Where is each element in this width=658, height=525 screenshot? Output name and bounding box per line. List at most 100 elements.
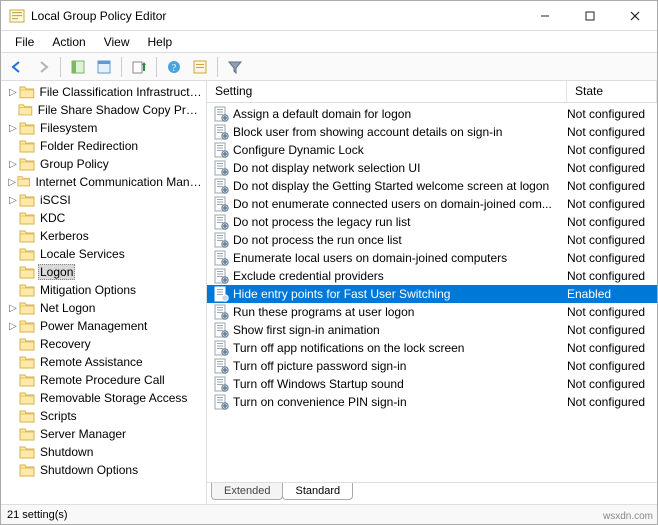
list-row[interactable]: Hide entry points for Fast User Switchin…: [207, 285, 657, 303]
policy-setting-icon: [213, 250, 229, 266]
expander-icon[interactable]: ▷: [7, 195, 19, 206]
state-label: Not configured: [567, 359, 657, 373]
menu-file[interactable]: File: [7, 33, 42, 51]
tree-item[interactable]: ▷Net Logon: [1, 299, 206, 317]
folder-icon: [19, 193, 35, 207]
list-row[interactable]: Assign a default domain for logonNot con…: [207, 105, 657, 123]
show-hide-console-tree-button[interactable]: [92, 55, 116, 79]
expander-icon[interactable]: ▷: [7, 303, 19, 314]
setting-label: Hide entry points for Fast User Switchin…: [233, 287, 567, 301]
list-row[interactable]: Enumerate local users on domain-joined c…: [207, 249, 657, 267]
tree-item[interactable]: ▷Folder Redirection: [1, 137, 206, 155]
app-icon: [9, 8, 25, 24]
menu-view[interactable]: View: [96, 33, 138, 51]
list-body[interactable]: Assign a default domain for logonNot con…: [207, 103, 657, 482]
column-setting[interactable]: Setting: [207, 81, 567, 102]
maximize-button[interactable]: [567, 1, 612, 30]
tab-standard[interactable]: Standard: [282, 483, 353, 500]
tree-item[interactable]: ▷KDC: [1, 209, 206, 227]
tree-item[interactable]: ▷File Share Shadow Copy Provider: [1, 101, 206, 119]
policy-setting-icon: [213, 286, 229, 302]
toolbar-separator: [156, 57, 157, 77]
list-row[interactable]: Run these programs at user logonNot conf…: [207, 303, 657, 321]
properties-button[interactable]: [188, 55, 212, 79]
list-row[interactable]: Turn on convenience PIN sign-inNot confi…: [207, 393, 657, 411]
tree-scroll[interactable]: ▷File Classification Infrastructure▷File…: [1, 81, 206, 504]
tree-item[interactable]: ▷Shutdown Options: [1, 461, 206, 479]
tab-extended[interactable]: Extended: [211, 483, 283, 500]
tree-item[interactable]: ▷Kerberos: [1, 227, 206, 245]
tree-item[interactable]: ▷iSCSI: [1, 191, 206, 209]
tree-item[interactable]: ▷Server Manager: [1, 425, 206, 443]
setting-label: Turn off picture password sign-in: [233, 359, 567, 373]
list-row[interactable]: Do not process the legacy run listNot co…: [207, 213, 657, 231]
policy-setting-icon: [213, 106, 229, 122]
policy-setting-icon: [213, 142, 229, 158]
policy-setting-icon: [213, 178, 229, 194]
list-row[interactable]: Exclude credential providersNot configur…: [207, 267, 657, 285]
menu-action[interactable]: Action: [44, 33, 93, 51]
expander-icon[interactable]: ▷: [7, 87, 19, 98]
state-label: Not configured: [567, 179, 657, 193]
tree-item[interactable]: ▷Removable Storage Access: [1, 389, 206, 407]
setting-label: Turn on convenience PIN sign-in: [233, 395, 567, 409]
filter-button[interactable]: [223, 55, 247, 79]
tree-item[interactable]: ▷Mitigation Options: [1, 281, 206, 299]
tree-item[interactable]: ▷Remote Procedure Call: [1, 371, 206, 389]
tree-item[interactable]: ▷Locale Services: [1, 245, 206, 263]
forward-button[interactable]: [31, 55, 55, 79]
tree-item-label: Server Manager: [38, 427, 128, 441]
tree-pane: ▷File Classification Infrastructure▷File…: [1, 81, 207, 504]
export-list-button[interactable]: [127, 55, 151, 79]
expander-icon[interactable]: ▷: [7, 177, 17, 188]
tree-item[interactable]: ▷Scripts: [1, 407, 206, 425]
setting-label: Enumerate local users on domain-joined c…: [233, 251, 567, 265]
expander-icon[interactable]: ▷: [7, 159, 19, 170]
expander-icon[interactable]: ▷: [7, 321, 19, 332]
list-row[interactable]: Turn off picture password sign-inNot con…: [207, 357, 657, 375]
tree-item-label: Remote Assistance: [38, 355, 145, 369]
tree-item[interactable]: ▷ Internet Communication Management: [1, 173, 206, 191]
help-button[interactable]: ?: [162, 55, 186, 79]
tree-item-label: Kerberos: [38, 229, 91, 243]
back-button[interactable]: [5, 55, 29, 79]
tree-item-label: Recovery: [38, 337, 93, 351]
close-button[interactable]: [612, 1, 657, 30]
tree-item-label: Scripts: [38, 409, 79, 423]
policy-setting-icon: [213, 232, 229, 248]
show-hide-action-pane-button[interactable]: [66, 55, 90, 79]
statusbar: 21 setting(s) wsxdn.com: [1, 504, 657, 524]
tree-item[interactable]: ▷ Power Management: [1, 317, 206, 335]
minimize-button[interactable]: [522, 1, 567, 30]
list-row[interactable]: Do not display the Getting Started welco…: [207, 177, 657, 195]
tree-item[interactable]: ▷Shutdown: [1, 443, 206, 461]
titlebar: Local Group Policy Editor: [1, 1, 657, 31]
setting-label: Do not display the Getting Started welco…: [233, 179, 567, 193]
setting-label: Exclude credential providers: [233, 269, 567, 283]
tree-item[interactable]: ▷Recovery: [1, 335, 206, 353]
menubar: File Action View Help: [1, 31, 657, 53]
state-label: Not configured: [567, 161, 657, 175]
menu-help[interactable]: Help: [140, 33, 181, 51]
expander-icon[interactable]: ▷: [7, 123, 19, 134]
tree-item-label: Power Management: [38, 319, 149, 333]
tree-item[interactable]: ▷Remote Assistance: [1, 353, 206, 371]
list-row[interactable]: Do not enumerate connected users on doma…: [207, 195, 657, 213]
list-row[interactable]: Show first sign-in animationNot configur…: [207, 321, 657, 339]
folder-icon: [19, 139, 35, 153]
state-label: Enabled: [567, 287, 657, 301]
list-row[interactable]: Do not process the run once listNot conf…: [207, 231, 657, 249]
folder-icon: [18, 103, 33, 117]
list-row[interactable]: Block user from showing account details …: [207, 123, 657, 141]
list-row[interactable]: Turn off Windows Startup soundNot config…: [207, 375, 657, 393]
policy-setting-icon: [213, 304, 229, 320]
list-row[interactable]: Do not display network selection UINot c…: [207, 159, 657, 177]
list-row[interactable]: Turn off app notifications on the lock s…: [207, 339, 657, 357]
tree-item[interactable]: ▷File Classification Infrastructure: [1, 83, 206, 101]
column-state[interactable]: State: [567, 81, 657, 102]
list-row[interactable]: Configure Dynamic LockNot configured: [207, 141, 657, 159]
tree-item[interactable]: ▷Group Policy: [1, 155, 206, 173]
tree-item[interactable]: ▷Logon: [1, 263, 206, 281]
tree-item[interactable]: ▷Filesystem: [1, 119, 206, 137]
tree-item-label: Internet Communication Management: [34, 175, 207, 189]
